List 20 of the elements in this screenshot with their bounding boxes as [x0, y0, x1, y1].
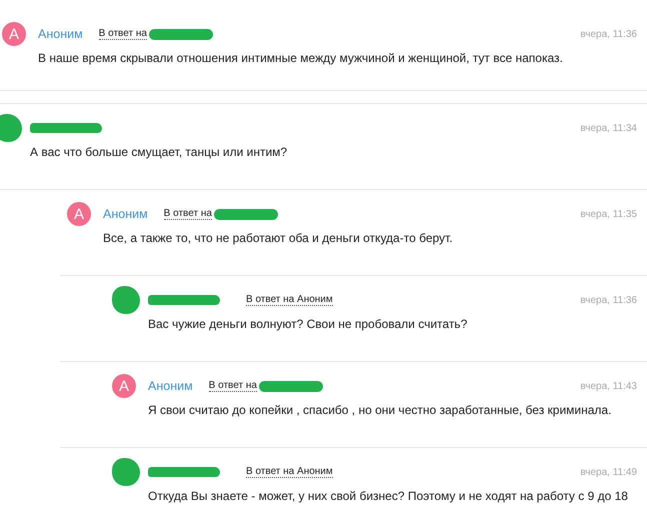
- reply-to-link[interactable]: В ответ на: [208, 380, 257, 392]
- avatar: А: [2, 22, 26, 46]
- comment-text: Я свои считаю до копейки , спасибо , но они честно заработанные, без криминала.: [148, 403, 612, 417]
- comment-time: вчера, 11:35: [580, 208, 637, 220]
- comment-text: В наше время скрывали отношения интимные между мужчиной и женщиной, тут все напоказ.: [38, 51, 564, 65]
- avatar: А: [67, 202, 91, 226]
- comment-time: вчера, 11:34: [580, 122, 637, 134]
- comment-text: Откуда Вы знаете - может, у них свой бизнес? Поэтому и не ходят на работу с 9 до 18: [148, 489, 629, 503]
- reply-to-link[interactable]: В ответ на Аноним: [246, 466, 333, 478]
- comment-time: вчера, 11:36: [580, 28, 637, 40]
- comment-time: вчера, 11:49: [580, 466, 637, 478]
- avatar: А: [112, 374, 136, 398]
- comment-text: Все, а также то, что не работают оба и деньги откуда-то берут.: [103, 231, 454, 245]
- reply-to-link[interactable]: В ответ на: [164, 208, 212, 220]
- comment-text: А вас что больше смущает, танцы или интим?: [30, 145, 288, 159]
- reply-to-link[interactable]: В ответ на Аноним: [246, 294, 333, 306]
- reply-to-link[interactable]: В ответ на: [98, 28, 147, 40]
- comment-text: Вас чужие деньги волнуют? Свои не пробовали считать?: [148, 317, 468, 331]
- comment-time: вчера, 11:43: [580, 380, 637, 392]
- comment-time: вчера, 11:36: [580, 294, 637, 306]
